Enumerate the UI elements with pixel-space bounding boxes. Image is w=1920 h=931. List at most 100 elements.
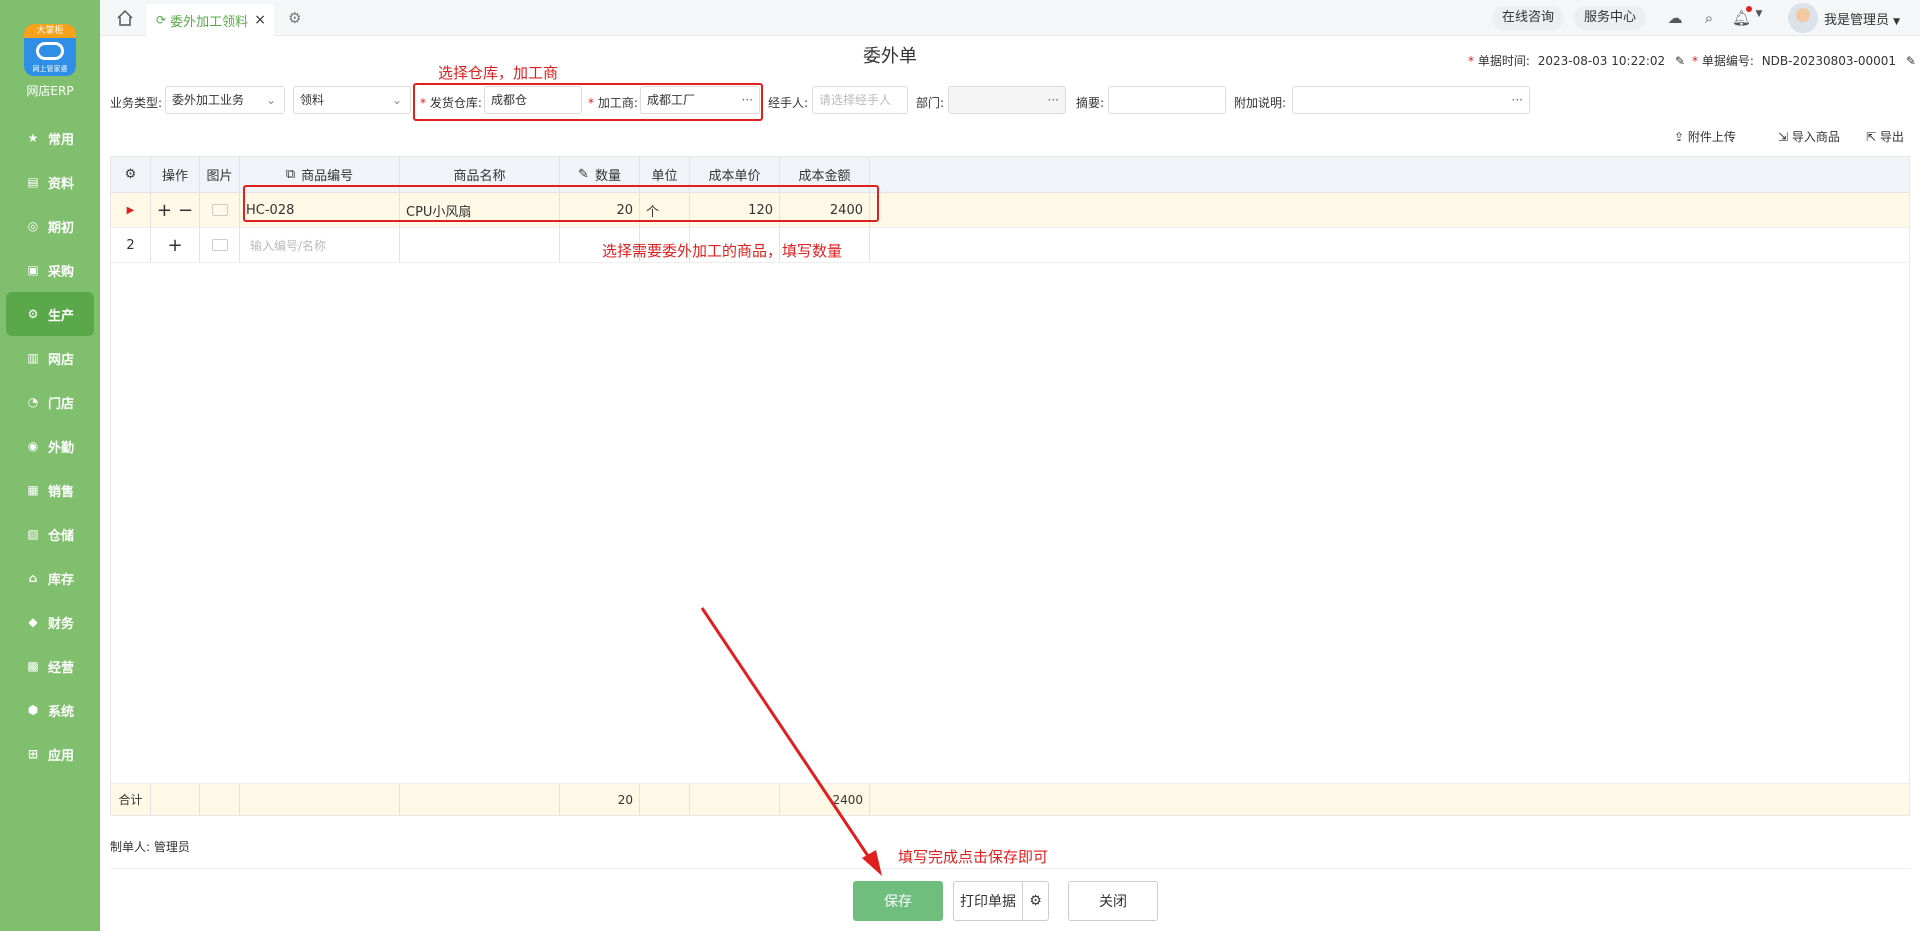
sidebar-item-business[interactable]: ▩ 经营: [0, 644, 100, 688]
sidebar-item-sales[interactable]: ▦ 销售: [0, 468, 100, 512]
chevron-down-icon[interactable]: ▼: [1750, 9, 1768, 27]
home-icon[interactable]: [116, 9, 134, 27]
more-icon[interactable]: ···: [1048, 87, 1059, 113]
summary-field[interactable]: [1108, 86, 1226, 114]
row-pointer-icon: ▶: [111, 193, 151, 227]
sidebar: 大掌柜 网上管家婆 网店ERP ★ 常用 ▤ 资料 ◎ 期初 ▣ 采购 ⚙ 生产 ▥ 网店 …: [0, 0, 100, 931]
cell-name[interactable]: [400, 228, 560, 262]
sidebar-item-eshop[interactable]: ▥ 网店: [0, 336, 100, 380]
tab-outsource-material[interactable]: ⟳ 委外加工领料 ×: [146, 4, 274, 36]
close-button[interactable]: 关闭: [1068, 881, 1158, 921]
scan-icon: ⧉: [285, 167, 296, 182]
edit-icon[interactable]: ✎: [1675, 54, 1685, 68]
close-icon[interactable]: ×: [254, 12, 266, 28]
total-empty: [400, 784, 560, 815]
header-code-label: 商品编号: [301, 169, 354, 184]
row-image[interactable]: [200, 193, 240, 227]
action-bar: 保存 打印单据 ⚙ 关闭: [110, 868, 1910, 931]
total-qty: 20: [560, 784, 640, 815]
image-placeholder-icon: [211, 204, 228, 216]
goods-search-input[interactable]: 输入编号/名称: [240, 228, 400, 262]
doc-date-label: 单据时间:: [1477, 54, 1530, 68]
sidebar-item-field[interactable]: ◉ 外勤: [0, 424, 100, 468]
sidebar-item-label: 系统: [48, 704, 75, 720]
sidebar-item-production[interactable]: ⚙ 生产: [6, 292, 94, 336]
print-label: 打印单据: [960, 894, 1016, 910]
total-label: 合计: [111, 784, 151, 815]
export-label: 导出: [1879, 130, 1904, 144]
sidebar-item-label: 网店: [48, 352, 75, 368]
export-button[interactable]: ⇱ 导出: [1866, 128, 1904, 145]
user-menu[interactable]: 我是管理员 ▼: [1824, 9, 1900, 28]
dept-label: 部门:: [916, 96, 945, 110]
warehouse-icon: ▧: [27, 527, 39, 541]
print-button[interactable]: 打印单据 ⚙: [953, 881, 1049, 921]
app-logo[interactable]: 大掌柜 网上管家婆: [24, 24, 76, 76]
save-button[interactable]: 保存: [853, 881, 943, 921]
avatar[interactable]: [1788, 3, 1818, 33]
doc-date-value[interactable]: 2023-08-03 10:22:02: [1538, 54, 1665, 68]
sidebar-item-data[interactable]: ▤ 资料: [0, 160, 100, 204]
chevron-down-icon: ⌄: [265, 93, 276, 107]
highlight-box-goods: [243, 185, 879, 222]
total-empty: [200, 784, 240, 815]
gear-icon[interactable]: ⚙: [288, 9, 304, 27]
row-image[interactable]: [200, 228, 240, 262]
dept-field[interactable]: ···: [948, 86, 1066, 114]
print-settings-icon[interactable]: ⚙: [1022, 882, 1048, 920]
sidebar-item-label: 门店: [48, 396, 75, 412]
production-icon: ⚙: [27, 307, 39, 321]
sidebar-item-system[interactable]: ⬢ 系统: [0, 688, 100, 732]
sidebar-item-initial[interactable]: ◎ 期初: [0, 204, 100, 248]
annotation-warehouse: 选择仓库，加工商: [438, 64, 559, 82]
import-goods-button[interactable]: ⇲ 导入商品: [1778, 128, 1840, 145]
doc-number: * 单据编号: NDB-20230803-00001 ✎: [1692, 52, 1916, 69]
store-icon: ◔: [27, 395, 39, 409]
sidebar-item-common[interactable]: ★ 常用: [0, 116, 100, 160]
pencil-icon: ✎: [578, 167, 589, 182]
online-consult-button[interactable]: 在线咨询: [1492, 6, 1565, 30]
upload-attachment-button[interactable]: ⇪ 附件上传: [1674, 128, 1736, 145]
doc-number-value[interactable]: NDB-20230803-00001: [1762, 54, 1896, 68]
column-settings-icon[interactable]: ⚙: [111, 157, 151, 192]
import-label: 导入商品: [1791, 130, 1840, 144]
star-icon: ★: [27, 131, 39, 145]
sidebar-item-store[interactable]: ◔ 门店: [0, 380, 100, 424]
sidebar-item-inventory[interactable]: ⌂ 库存: [0, 556, 100, 600]
biz-type-select[interactable]: 委外加工业务 ⌄: [165, 86, 285, 114]
cycle-icon: ◎: [27, 219, 39, 233]
more-icon[interactable]: ···: [1512, 87, 1523, 113]
total-empty: [240, 784, 400, 815]
handler-field[interactable]: 请选择经手人: [812, 86, 908, 114]
bell-icon[interactable]: 🔔︎: [1732, 6, 1752, 27]
finance-icon: ◆: [28, 615, 38, 629]
sidebar-item-label: 采购: [48, 264, 75, 280]
sidebar-item-purchase[interactable]: ▣ 采购: [0, 248, 100, 292]
total-amount: 2400: [780, 784, 870, 815]
note-label: 附加说明:: [1234, 96, 1287, 110]
sidebar-item-apps[interactable]: ⊞ 应用: [0, 732, 100, 776]
service-center-button[interactable]: 服务中心: [1574, 6, 1647, 30]
sub-type-select[interactable]: 领料 ⌄: [293, 86, 411, 114]
inventory-icon: ⌂: [28, 571, 38, 585]
edit-icon[interactable]: ✎: [1906, 54, 1916, 68]
document-icon: ▤: [27, 175, 39, 189]
plus-icon[interactable]: +: [157, 200, 172, 221]
refresh-icon[interactable]: ⟳: [156, 13, 166, 27]
table-row[interactable]: 2 + 输入编号/名称: [111, 228, 1909, 263]
plus-icon[interactable]: +: [167, 235, 182, 256]
business-icon: ▩: [27, 659, 39, 673]
minus-icon[interactable]: −: [178, 200, 193, 221]
sidebar-item-label: 仓储: [48, 528, 75, 544]
cloud-download-icon[interactable]: ☁: [1666, 9, 1684, 27]
sidebar-item-label: 生产: [48, 308, 75, 324]
page-title: 委外单: [863, 46, 917, 67]
search-icon[interactable]: ⌕: [1700, 9, 1718, 27]
sidebar-item-finance[interactable]: ◆ 财务: [0, 600, 100, 644]
maker-label: 制单人:: [110, 840, 151, 854]
handler-label: 经手人:: [768, 96, 809, 110]
sidebar-item-warehouse[interactable]: ▧ 仓储: [0, 512, 100, 556]
chevron-down-icon: ▼: [1893, 17, 1901, 27]
table-total-row: 合计 20 2400: [111, 783, 1909, 815]
note-field[interactable]: ···: [1292, 86, 1530, 114]
